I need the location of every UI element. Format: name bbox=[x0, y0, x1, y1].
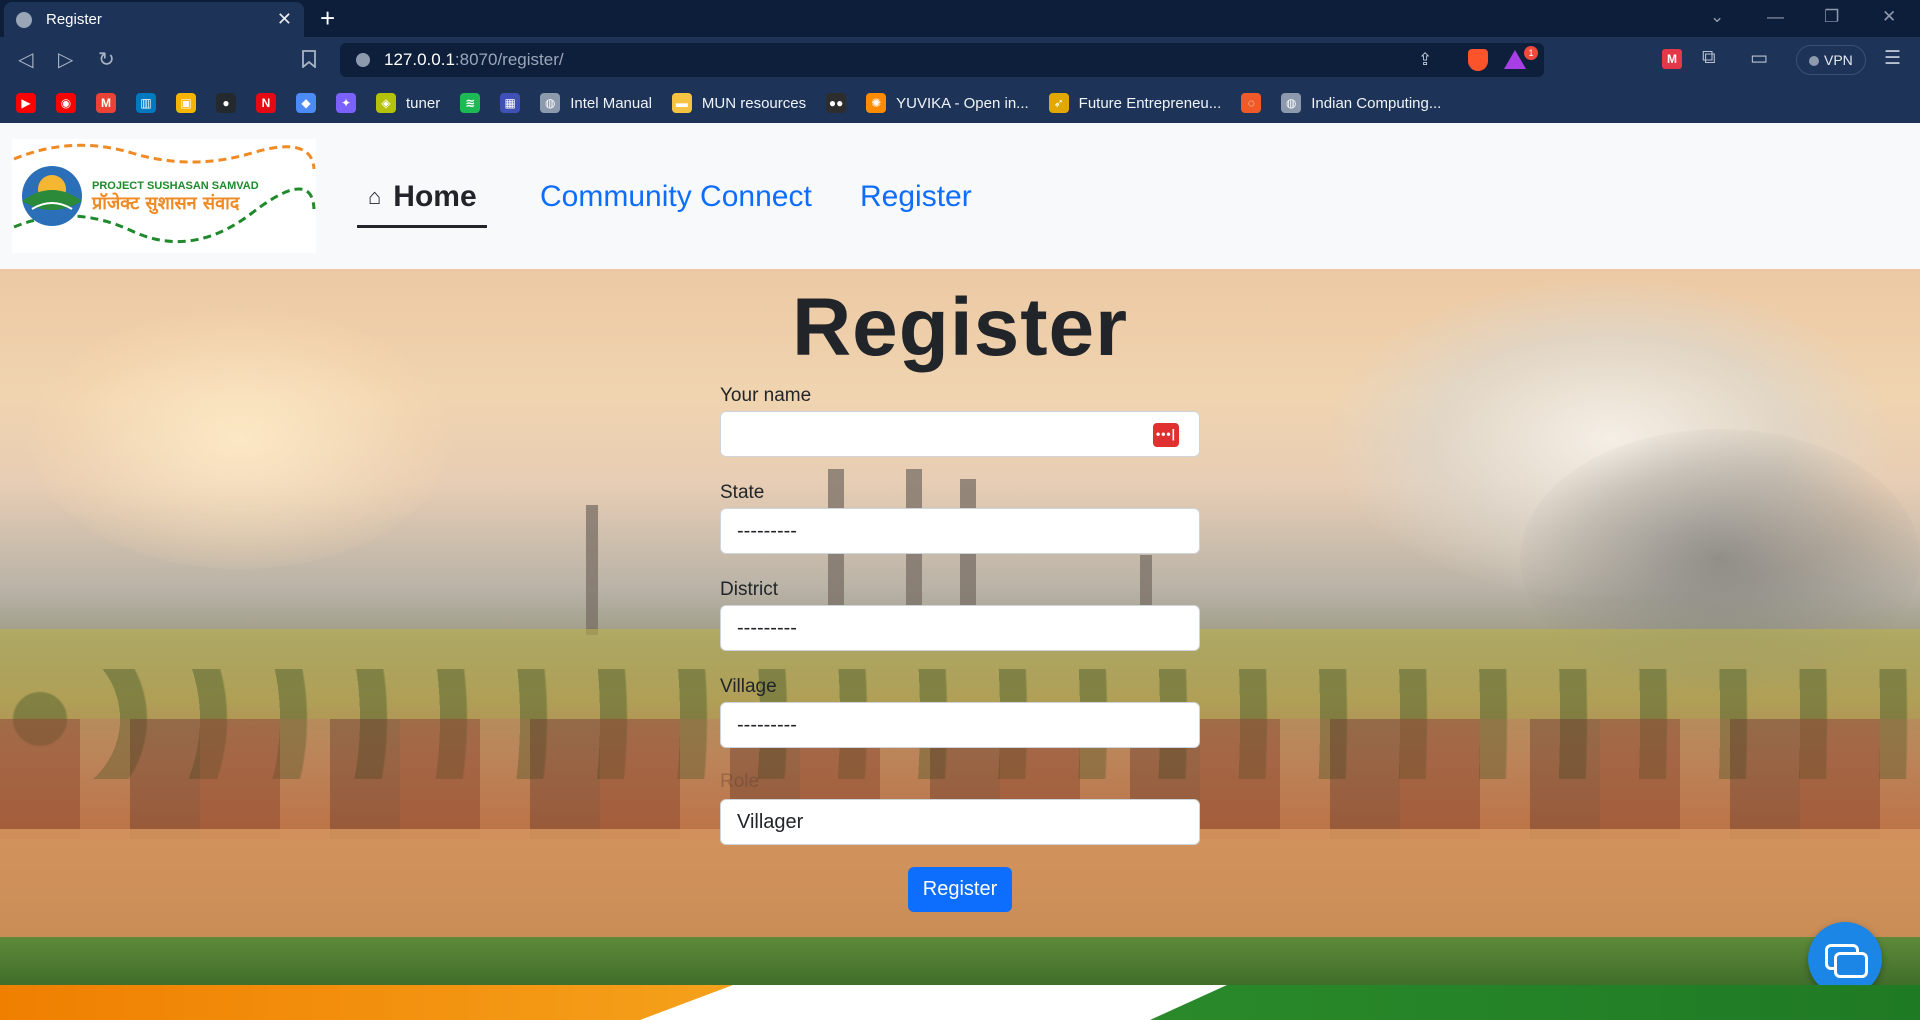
bookmark-item[interactable]: ◌ bbox=[1241, 93, 1262, 113]
address-bar[interactable]: 127.0.0.1:8070/register/ ⇪ 1 bbox=[340, 43, 1544, 77]
youtube-icon: ▶ bbox=[16, 93, 36, 113]
minimize-button[interactable]: — bbox=[1767, 7, 1784, 27]
brave-shields-icon[interactable] bbox=[1468, 49, 1488, 71]
site-info-icon[interactable] bbox=[356, 53, 370, 67]
restore-button[interactable]: ❐ bbox=[1824, 7, 1839, 27]
learning-icon: ◆ bbox=[296, 93, 316, 113]
forward-button[interactable]: ▷ bbox=[58, 47, 73, 72]
role-label: Role bbox=[720, 771, 760, 792]
nav-community-connect[interactable]: Community Connect bbox=[540, 180, 812, 214]
bookmark-item[interactable]: ◍ Indian Computing... bbox=[1281, 93, 1441, 113]
tab-search-icon[interactable]: ⌄ bbox=[1710, 7, 1724, 27]
github-icon: ● bbox=[216, 93, 236, 113]
bookmark-item[interactable]: ●● bbox=[826, 93, 847, 113]
village-select[interactable]: --------- bbox=[720, 702, 1200, 748]
tab-title: Register bbox=[46, 11, 102, 28]
browser-toolbar: ◁ ▷ ↻ 127.0.0.1:8070/register/ ⇪ 1 M ⧉ ▭… bbox=[0, 37, 1920, 83]
bookmark-item[interactable]: ▶ bbox=[16, 93, 36, 113]
bookmark-item[interactable]: ▦ bbox=[500, 93, 521, 113]
new-tab-button[interactable]: + bbox=[320, 4, 335, 32]
logo-text-hi: प्रॉजेक्ट सुशासन संवाद bbox=[91, 192, 241, 215]
page-title: Register bbox=[791, 282, 1129, 373]
youtube-music-icon: ◉ bbox=[56, 93, 76, 113]
extension-red-icon[interactable]: M bbox=[1662, 49, 1682, 69]
url-text[interactable]: 127.0.0.1:8070/register/ bbox=[384, 50, 564, 70]
browser-tab-bar: Register ✕ + ⌄ — ❐ ✕ bbox=[0, 0, 1920, 37]
bookmark-item[interactable]: ▬ MUN resources bbox=[671, 93, 807, 113]
state-label: State bbox=[720, 482, 765, 503]
gemini-icon: ✦ bbox=[336, 93, 356, 113]
grid-app-icon: ▦ bbox=[500, 93, 521, 113]
bookmark-item[interactable]: ✦ bbox=[336, 93, 356, 113]
bookmark-item[interactable]: ▥ bbox=[136, 93, 156, 113]
bookmarks-bar: ▶ ◉ M ▥ ▣ ● N ◆ ✦ ◈ tuner ≋ ▦ ◍ Intel Manual ▬ MUN resou… bbox=[0, 83, 1920, 123]
bookmark-label: Indian Computing... bbox=[1311, 94, 1442, 112]
site-navbar: PROJECT SUSHASAN SAMVAD प्रॉजेक्ट सुशासन… bbox=[0, 123, 1920, 269]
state-select[interactable]: --------- bbox=[720, 508, 1200, 554]
puzzle-icon[interactable]: ⧉ bbox=[1702, 47, 1716, 69]
reload-button[interactable]: ↻ bbox=[98, 47, 115, 72]
globe-icon bbox=[16, 11, 32, 28]
power-icon: ◌ bbox=[1241, 93, 1262, 113]
district-select[interactable]: --------- bbox=[720, 605, 1200, 651]
netflix-icon: N bbox=[256, 93, 276, 113]
nav-register[interactable]: Register bbox=[860, 180, 972, 214]
bookmark-label: Intel Manual bbox=[570, 94, 652, 112]
bookmark-item[interactable]: ✺ YUVIKA - Open in... bbox=[866, 93, 1029, 113]
bookmark-item[interactable]: M bbox=[96, 93, 116, 113]
share-icon[interactable]: ⇪ bbox=[1418, 50, 1432, 70]
bookmark-label: Future Entrepreneu... bbox=[1078, 94, 1222, 112]
bookmark-label: YUVIKA - Open in... bbox=[896, 94, 1029, 112]
wallet-icon[interactable]: ▭ bbox=[1750, 47, 1768, 70]
spotify-icon: ≋ bbox=[460, 93, 481, 113]
shield-icon: ◈ bbox=[376, 93, 396, 113]
bookmark-item[interactable]: ▣ bbox=[176, 93, 196, 113]
vpn-status-icon bbox=[1809, 56, 1819, 66]
rewards-badge: 1 bbox=[1524, 46, 1538, 60]
home-icon: ⌂ bbox=[368, 184, 382, 209]
back-button[interactable]: ◁ bbox=[18, 47, 33, 72]
district-label: District bbox=[720, 579, 779, 600]
close-window-button[interactable]: ✕ bbox=[1882, 7, 1896, 27]
bookmark-label: tuner bbox=[406, 94, 441, 112]
bookmark-label: MUN resources bbox=[701, 94, 807, 112]
name-input[interactable]: •••| bbox=[720, 411, 1200, 457]
folder-icon: ▬ bbox=[671, 93, 692, 113]
bookmark-item[interactable]: ≋ bbox=[460, 93, 481, 113]
logo-text-en: PROJECT SUSHASAN SAMVAD bbox=[92, 180, 259, 192]
menu-icon[interactable]: ☰ bbox=[1884, 47, 1901, 70]
gmail-icon: M bbox=[96, 93, 116, 113]
bookmark-icon[interactable] bbox=[302, 50, 316, 73]
password-manager-icon[interactable]: •••| bbox=[1153, 423, 1179, 447]
globe-icon: ◍ bbox=[1281, 93, 1302, 113]
google-classroom-icon: ▣ bbox=[176, 93, 196, 113]
bookmark-item[interactable]: ◆ bbox=[296, 93, 316, 113]
register-button[interactable]: Register bbox=[908, 867, 1012, 912]
wings-icon: ➶ bbox=[1048, 93, 1069, 113]
browser-tab[interactable]: Register ✕ bbox=[4, 2, 304, 37]
register-section: Register Your name •••| State --------- … bbox=[0, 269, 1920, 985]
village-label: Village bbox=[720, 676, 777, 697]
name-label: Your name bbox=[720, 385, 812, 406]
role-select[interactable]: Villager bbox=[720, 799, 1200, 845]
vpn-button[interactable]: VPN bbox=[1796, 45, 1866, 75]
tricolor-footer bbox=[0, 985, 1920, 1020]
tab-close-icon[interactable]: ✕ bbox=[277, 9, 292, 30]
bookmark-item[interactable]: ◉ bbox=[56, 93, 76, 113]
trello-icon: ▥ bbox=[136, 93, 156, 113]
isro-icon: ✺ bbox=[866, 93, 887, 113]
globe-icon: ◍ bbox=[540, 93, 561, 113]
project-logo[interactable]: PROJECT SUSHASAN SAMVAD प्रॉजेक्ट सुशासन… bbox=[12, 139, 316, 253]
dots-app-icon: ●● bbox=[826, 93, 847, 113]
brave-rewards-icon[interactable] bbox=[1504, 50, 1526, 69]
bookmark-item[interactable]: ◍ Intel Manual bbox=[540, 93, 652, 113]
bookmark-item[interactable]: ● bbox=[216, 93, 236, 113]
bookmark-item[interactable]: ◈ tuner bbox=[376, 93, 440, 113]
bookmark-item[interactable]: N bbox=[256, 93, 276, 113]
nav-home[interactable]: ⌂ Home bbox=[357, 180, 487, 228]
bookmark-item[interactable]: ➶ Future Entrepreneu... bbox=[1048, 93, 1222, 113]
